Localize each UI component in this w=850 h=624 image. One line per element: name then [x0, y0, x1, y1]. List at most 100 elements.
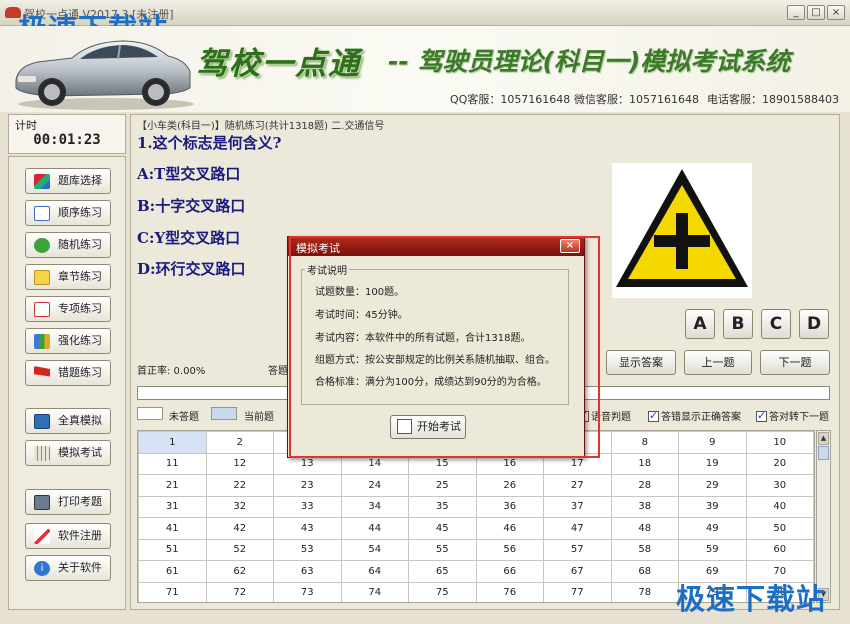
question-number-cell[interactable]: 10: [745, 431, 814, 454]
question-number-cell[interactable]: 54: [340, 538, 409, 561]
question-number-cell[interactable]: 9: [678, 431, 747, 454]
question-number-cell[interactable]: 77: [543, 581, 612, 602]
question-number-cell[interactable]: 25: [408, 474, 477, 497]
question-number-cell[interactable]: 65: [408, 560, 477, 583]
question-number-cell[interactable]: 33: [273, 495, 342, 518]
show-answer-button[interactable]: 显示答案: [606, 350, 676, 375]
question-number-cell[interactable]: 35: [408, 495, 477, 518]
question-number-cell[interactable]: 36: [475, 495, 544, 518]
question-number-cell[interactable]: 19: [678, 452, 747, 475]
question-number-cell[interactable]: 66: [475, 560, 544, 583]
question-number-cell[interactable]: 59: [678, 538, 747, 561]
dialog-close-icon[interactable]: ×: [560, 239, 580, 253]
question-number-cell[interactable]: 11: [138, 452, 207, 475]
question-number-cell[interactable]: 50: [745, 517, 814, 540]
question-number-cell[interactable]: 56: [475, 538, 544, 561]
question-number-cell[interactable]: 2: [205, 431, 274, 454]
voice-judge-checkbox[interactable]: 语音判题: [578, 408, 631, 423]
question-number-cell[interactable]: 55: [408, 538, 477, 561]
question-number-cell[interactable]: 48: [610, 517, 679, 540]
option-c[interactable]: C:Y型交叉路口: [137, 227, 240, 248]
sidebar-item-full-simulation[interactable]: 全真模拟: [25, 408, 111, 434]
question-number-cell[interactable]: 44: [340, 517, 409, 540]
question-number-cell[interactable]: 49: [678, 517, 747, 540]
edit-icon: [397, 419, 412, 434]
question-number-cell[interactable]: 60: [745, 538, 814, 561]
question-number-cell[interactable]: 18: [610, 452, 679, 475]
sidebar-item-intensive[interactable]: 强化练习: [25, 328, 111, 354]
question-number-cell[interactable]: 34: [340, 495, 409, 518]
question-number-cell[interactable]: 64: [340, 560, 409, 583]
scroll-thumb[interactable]: [818, 446, 829, 460]
sidebar-item-about[interactable]: i 关于软件: [25, 555, 111, 581]
question-number-cell[interactable]: 24: [340, 474, 409, 497]
question-number-cell[interactable]: 27: [543, 474, 612, 497]
sidebar-item-question-bank[interactable]: 题库选择: [25, 168, 111, 194]
answer-a-button[interactable]: A: [685, 309, 715, 339]
question-number-cell[interactable]: 61: [138, 560, 207, 583]
maximize-button[interactable]: □: [807, 5, 825, 20]
question-number-cell[interactable]: 52: [205, 538, 274, 561]
option-a[interactable]: A:T型交叉路口: [137, 163, 240, 184]
question-number-cell[interactable]: 32: [205, 495, 274, 518]
sidebar-item-special[interactable]: 专项练习: [25, 296, 111, 322]
question-number-cell[interactable]: 31: [138, 495, 207, 518]
question-number-cell[interactable]: 63: [273, 560, 342, 583]
option-b[interactable]: B:十字交叉路口: [137, 195, 245, 216]
question-number-cell[interactable]: 37: [543, 495, 612, 518]
question-number-cell[interactable]: 47: [543, 517, 612, 540]
auto-next-checkbox[interactable]: 答对转下一题: [756, 408, 829, 423]
question-number-cell[interactable]: 46: [475, 517, 544, 540]
prev-question-button[interactable]: 上一题: [684, 350, 752, 375]
question-number-cell[interactable]: 53: [273, 538, 342, 561]
option-d[interactable]: D:环行交叉路口: [137, 258, 246, 279]
sidebar-item-wrong-questions[interactable]: 错题练习: [25, 360, 111, 386]
question-number-cell[interactable]: 12: [205, 452, 274, 475]
answer-d-button[interactable]: D: [799, 309, 829, 339]
question-number-cell[interactable]: 28: [610, 474, 679, 497]
sidebar-item-chapter[interactable]: 章节练习: [25, 264, 111, 290]
question-number-cell[interactable]: 23: [273, 474, 342, 497]
scroll-up-icon[interactable]: ▲: [818, 432, 829, 445]
question-number-cell[interactable]: 42: [205, 517, 274, 540]
next-question-button[interactable]: 下一题: [760, 350, 830, 375]
question-number-cell[interactable]: 8: [610, 431, 679, 454]
question-number-cell[interactable]: 75: [408, 581, 477, 602]
question-number-cell[interactable]: 22: [205, 474, 274, 497]
question-number-cell[interactable]: 62: [205, 560, 274, 583]
question-number-cell[interactable]: 58: [610, 538, 679, 561]
question-number-cell[interactable]: 40: [745, 495, 814, 518]
question-number-cell[interactable]: 72: [205, 581, 274, 602]
question-number-cell[interactable]: 51: [138, 538, 207, 561]
question-number-cell[interactable]: 29: [678, 474, 747, 497]
question-number-cell[interactable]: 74: [340, 581, 409, 602]
question-number-cell[interactable]: 67: [543, 560, 612, 583]
question-number-cell[interactable]: 71: [138, 581, 207, 602]
answer-c-button[interactable]: C: [761, 309, 791, 339]
sidebar-item-random[interactable]: 随机练习: [25, 232, 111, 258]
question-number-cell[interactable]: 78: [610, 581, 679, 602]
question-number-cell[interactable]: 39: [678, 495, 747, 518]
sidebar-item-register[interactable]: 软件注册: [25, 523, 111, 549]
question-number-cell[interactable]: 41: [138, 517, 207, 540]
show-correct-answer-checkbox[interactable]: 答错显示正确答案: [648, 408, 741, 423]
sidebar-item-print[interactable]: 打印考题: [25, 489, 111, 515]
question-number-cell[interactable]: 76: [475, 581, 544, 602]
question-number-cell[interactable]: 73: [273, 581, 342, 602]
answer-b-button[interactable]: B: [723, 309, 753, 339]
question-number-cell[interactable]: 26: [475, 474, 544, 497]
question-number-cell[interactable]: 30: [745, 474, 814, 497]
question-number-cell[interactable]: 68: [610, 560, 679, 583]
question-number-cell[interactable]: 20: [745, 452, 814, 475]
sidebar-item-sequential[interactable]: 顺序练习: [25, 200, 111, 226]
question-number-cell[interactable]: 45: [408, 517, 477, 540]
question-number-cell[interactable]: 38: [610, 495, 679, 518]
question-number-cell[interactable]: 43: [273, 517, 342, 540]
minimize-button[interactable]: _: [787, 5, 805, 20]
question-number-cell[interactable]: 21: [138, 474, 207, 497]
question-number-cell[interactable]: 1: [138, 431, 207, 454]
sidebar-item-mock-exam[interactable]: 模拟考试: [25, 440, 111, 466]
question-number-cell[interactable]: 57: [543, 538, 612, 561]
close-button[interactable]: ×: [827, 5, 845, 20]
start-exam-button[interactable]: 开始考试: [390, 415, 466, 439]
